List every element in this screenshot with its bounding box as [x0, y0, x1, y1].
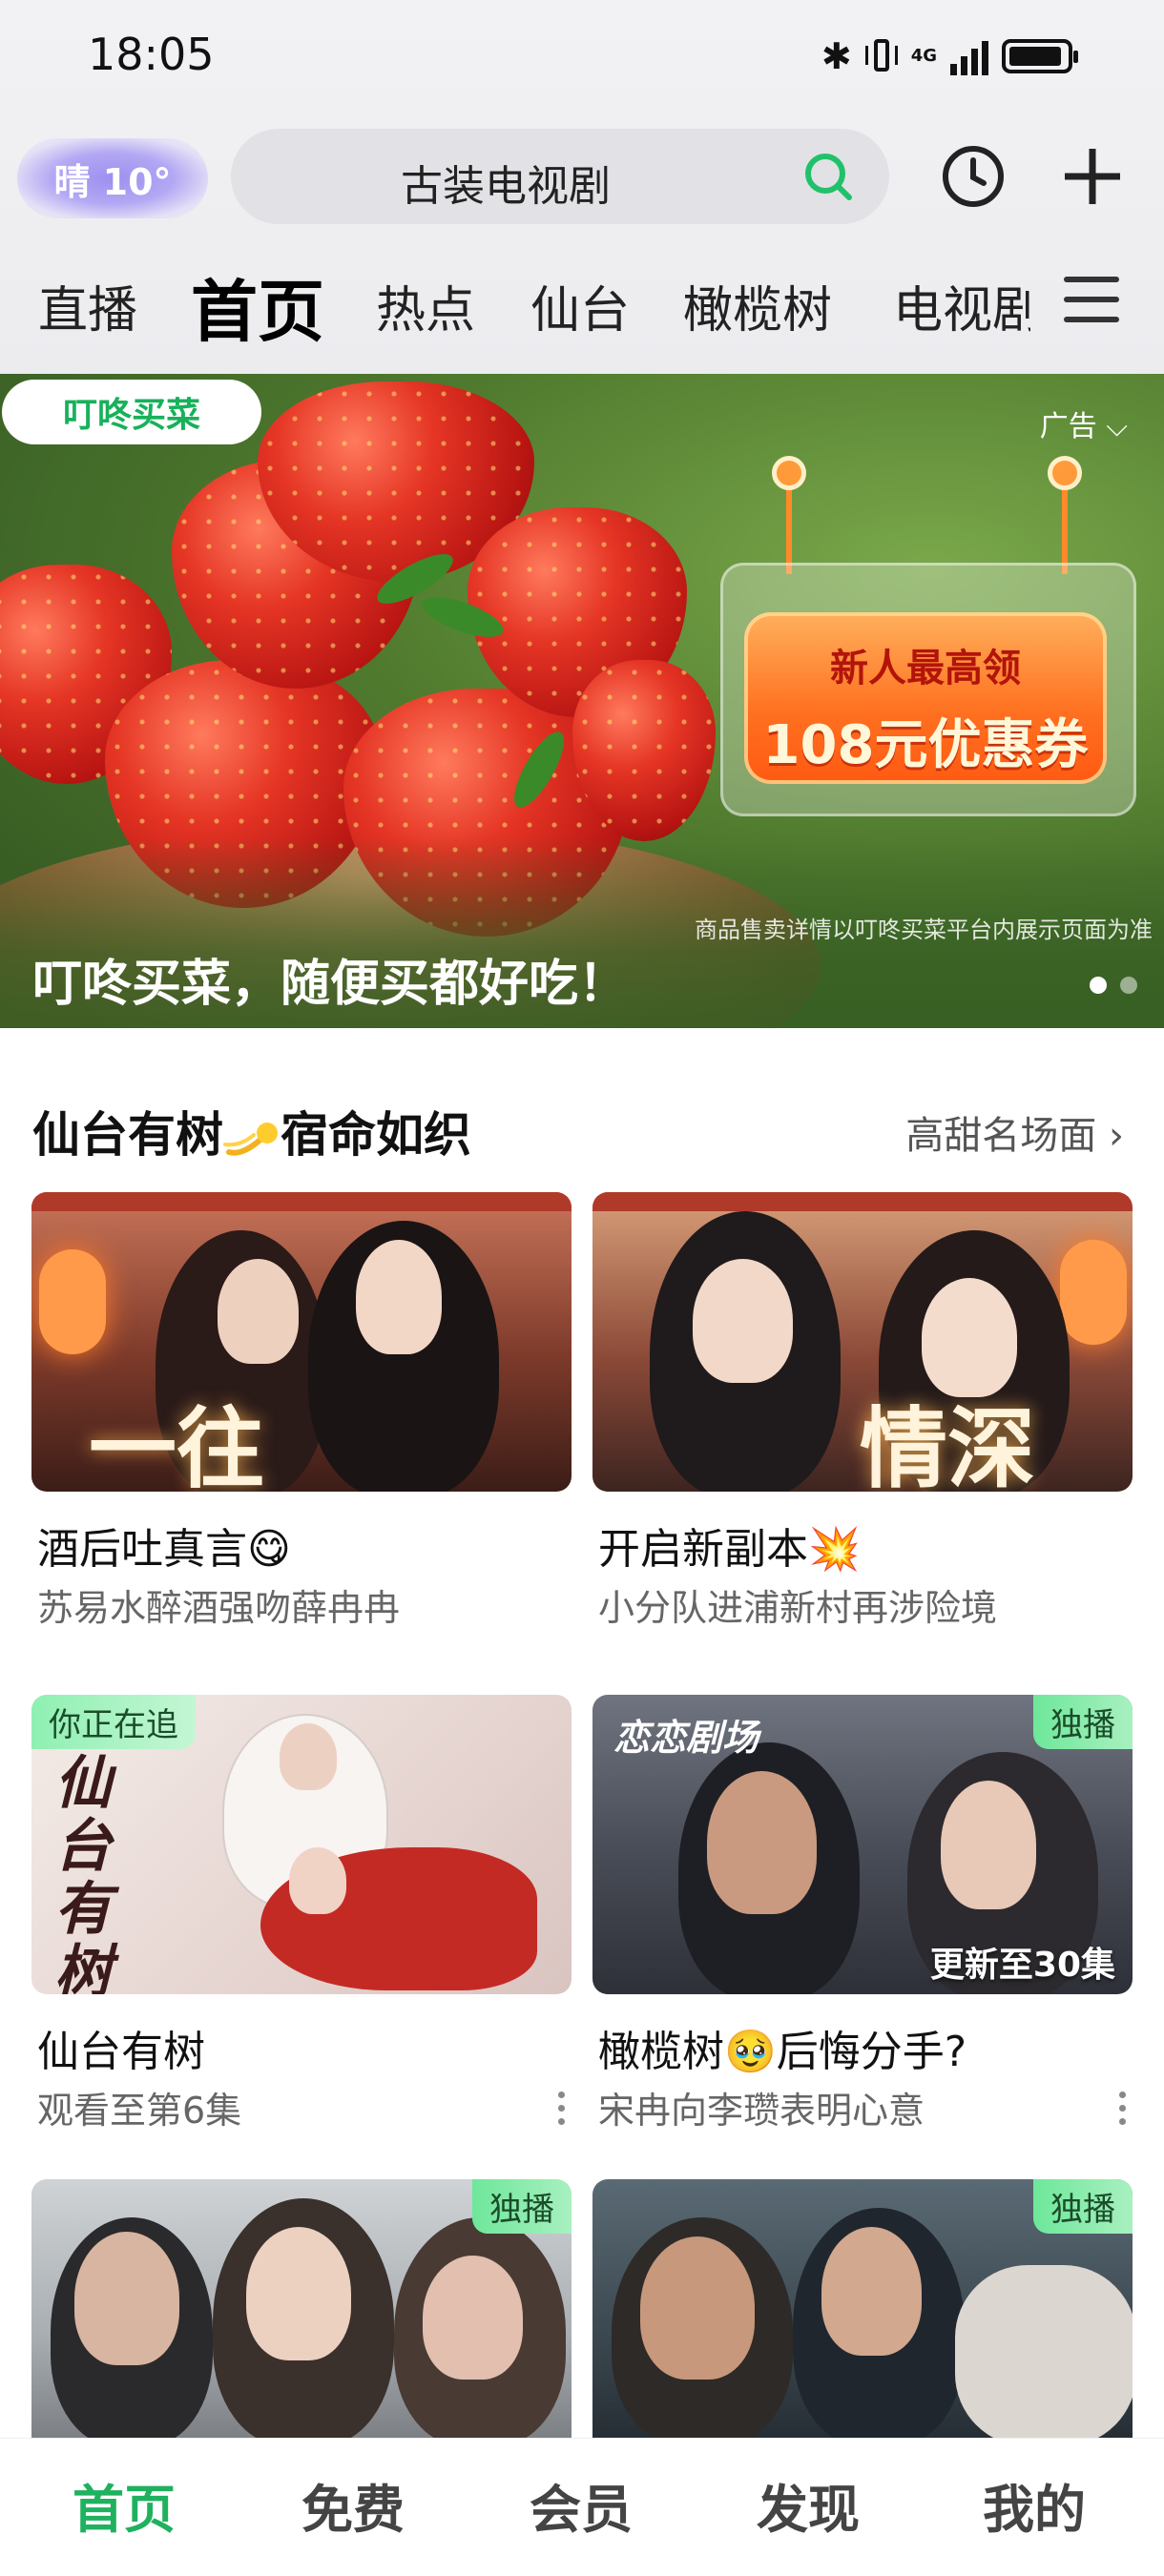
weather-widget[interactable]: 晴 10°: [17, 138, 208, 218]
tab-home[interactable]: 首页: [191, 258, 324, 348]
video-thumbnail[interactable]: 仙台有树 你正在追: [31, 1695, 572, 1994]
search-icon[interactable]: [801, 150, 855, 203]
brand-logo: 叮咚买菜: [2, 380, 261, 444]
face: [356, 1240, 442, 1354]
section-title-part2: 宿命如织: [281, 1107, 471, 1163]
more-options-icon[interactable]: [1117, 2092, 1127, 2132]
bottom-navigation: 首页 免费 会员 发现 我的: [0, 2438, 1164, 2576]
nav-me[interactable]: 我的: [983, 2467, 1086, 2543]
frame-border: [31, 1192, 572, 1211]
shooting-star-icon: [223, 1122, 278, 1156]
tab-live[interactable]: 直播: [38, 270, 137, 341]
video-thumbnail[interactable]: 一往: [31, 1192, 572, 1492]
channel-tabs: 直播 首页 热点 仙台 橄榄树 电视剧: [0, 253, 1030, 348]
tab-tv-series[interactable]: 电视剧: [893, 270, 1030, 341]
lantern-decoration: [39, 1249, 106, 1354]
thumbnail-overlay-text: 情深: [860, 1398, 1036, 1492]
video-thumbnail[interactable]: 独播: [592, 2179, 1133, 2438]
lantern-decoration: [1060, 1240, 1127, 1345]
more-options-icon[interactable]: [556, 2092, 566, 2132]
face: [74, 2232, 179, 2365]
status-bar: 18:05 ✱ 4G: [0, 0, 1164, 114]
video-title[interactable]: 酒后吐真言😋: [37, 1515, 291, 1576]
video-title[interactable]: 开启新副本💥: [598, 1515, 861, 1576]
hanger-pin: [772, 456, 806, 490]
section-more-text: 高甜名场面: [905, 1114, 1097, 1158]
frame-border: [592, 1192, 1133, 1211]
network-type: 4G: [910, 46, 937, 66]
theater-logo: 恋恋剧场: [613, 1717, 759, 1759]
add-plus-icon[interactable]: [1059, 143, 1126, 210]
banner-caption: 叮咚买菜，随便买都好吃！: [32, 956, 629, 1013]
search-input[interactable]: 古装电视剧: [401, 152, 611, 213]
face: [246, 2227, 351, 2360]
video-subtitle: 宋冉向李瓒表明心意: [598, 2090, 925, 2132]
menu-icon[interactable]: [1064, 277, 1119, 326]
battery-icon: [1002, 39, 1078, 73]
ad-disclaimer: 商品售卖详情以叮咚买菜平台内展示页面为准: [695, 917, 1153, 943]
ad-label-text: 广告: [1039, 410, 1097, 443]
video-card[interactable]: 一往 酒后吐真言😋 苏易水醉酒强吻薛冉冉: [31, 1192, 572, 1629]
video-title[interactable]: 橄榄树🥹后悔分手?: [598, 2017, 967, 2078]
nav-vip[interactable]: 会员: [530, 2467, 633, 2543]
video-card[interactable]: 仙台有树 你正在追 仙台有树 观看至第6集: [31, 1695, 572, 2132]
face: [821, 2227, 922, 2356]
vibrate-icon: [864, 36, 898, 76]
brand-name: 叮咚买菜: [62, 396, 200, 435]
coupon-amount: 108元优惠券: [762, 714, 1089, 776]
video-card[interactable]: 独播: [31, 2179, 572, 2438]
video-subtitle: 小分队进浦新村再涉险境: [598, 1587, 998, 1629]
video-card[interactable]: 独播: [592, 2179, 1133, 2438]
ad-label[interactable]: 广告 ⌵: [1040, 402, 1128, 444]
poster-calligraphy: 仙台有树: [54, 1750, 112, 1994]
carousel-indicator: [1090, 977, 1137, 994]
carousel-dot: [1120, 977, 1137, 994]
nav-discover[interactable]: 发现: [757, 2467, 860, 2543]
video-thumbnail[interactable]: 情深: [592, 1192, 1133, 1492]
face: [423, 2256, 523, 2380]
hanger-pin: [1048, 456, 1082, 490]
nav-free[interactable]: 免费: [301, 2467, 405, 2543]
thumbnail-overlay-text: 一往: [89, 1398, 265, 1492]
actor-figure: [955, 2265, 1133, 2438]
video-card[interactable]: 情深 开启新副本💥 小分队进浦新村再涉险境: [592, 1192, 1133, 1629]
carousel-dot-active: [1090, 977, 1107, 994]
section-more-link[interactable]: 高甜名场面 ›: [905, 1104, 1124, 1160]
signal-icon: [950, 37, 988, 75]
watching-badge: 你正在追: [31, 1695, 196, 1749]
face: [218, 1259, 299, 1364]
bluetooth-icon: ✱: [821, 35, 852, 77]
face: [280, 1723, 337, 1790]
face: [693, 1259, 793, 1383]
episode-count: 更新至30集: [929, 1946, 1115, 1985]
nav-home[interactable]: 首页: [73, 2467, 176, 2543]
face: [941, 1781, 1036, 1909]
watch-progress: 观看至第6集: [37, 2090, 242, 2132]
video-subtitle: 苏易水醉酒强吻薛冉冉: [37, 1587, 401, 1629]
banner-ad[interactable]: 叮咚买菜 广告 ⌵ 新人最高领 108元优惠券 商品售卖详情以叮咚买菜平台内展示…: [0, 374, 1164, 1028]
video-title[interactable]: 仙台有树: [37, 2017, 205, 2078]
coupon-headline: 新人最高领: [830, 647, 1021, 690]
exclusive-badge: 独播: [472, 2179, 572, 2234]
exclusive-badge: 独播: [1033, 2179, 1133, 2234]
video-card[interactable]: 恋恋剧场 独播 更新至30集 橄榄树🥹后悔分手? 宋冉向李瓒表明心意: [592, 1695, 1133, 2132]
status-icons: ✱ 4G: [821, 32, 1078, 80]
section-title-part1: 仙台有树: [32, 1107, 223, 1163]
face: [707, 1771, 817, 1914]
history-clock-icon[interactable]: [940, 143, 1007, 210]
tab-hot[interactable]: 热点: [376, 270, 475, 341]
tab-olive-tree[interactable]: 橄榄树: [683, 270, 832, 341]
search-bar[interactable]: 古装电视剧: [231, 129, 889, 224]
section-title: 仙台有树 宿命如织: [32, 1097, 471, 1165]
chevron-right-icon: ›: [1109, 1114, 1124, 1158]
exclusive-badge: 独播: [1033, 1695, 1133, 1749]
status-time: 18:05: [88, 29, 215, 80]
coupon-badge[interactable]: 新人最高领 108元优惠券: [744, 612, 1107, 784]
face: [289, 1847, 346, 1914]
tab-xiantai[interactable]: 仙台: [530, 270, 630, 341]
face: [640, 2236, 755, 2380]
video-thumbnail[interactable]: 独播: [31, 2179, 572, 2438]
video-thumbnail[interactable]: 恋恋剧场 独播 更新至30集: [592, 1695, 1133, 1994]
